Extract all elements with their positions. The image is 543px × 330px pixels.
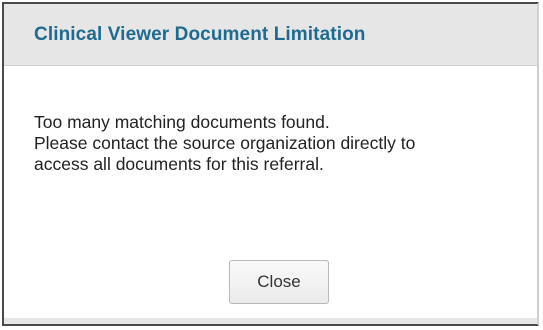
dialog-message: Too many matching documents found. Pleas… — [34, 112, 514, 175]
document-limitation-dialog: Clinical Viewer Document Limitation Too … — [2, 2, 539, 326]
dialog-footer — [4, 318, 537, 324]
dialog-header: Clinical Viewer Document Limitation — [4, 4, 537, 66]
message-line: Too many matching documents found. — [34, 112, 330, 132]
close-button[interactable]: Close — [229, 260, 329, 304]
message-line: Please contact the source organization d… — [34, 133, 416, 153]
dialog-title: Clinical Viewer Document Limitation — [34, 23, 366, 45]
message-line: access all documents for this referral. — [34, 154, 324, 174]
